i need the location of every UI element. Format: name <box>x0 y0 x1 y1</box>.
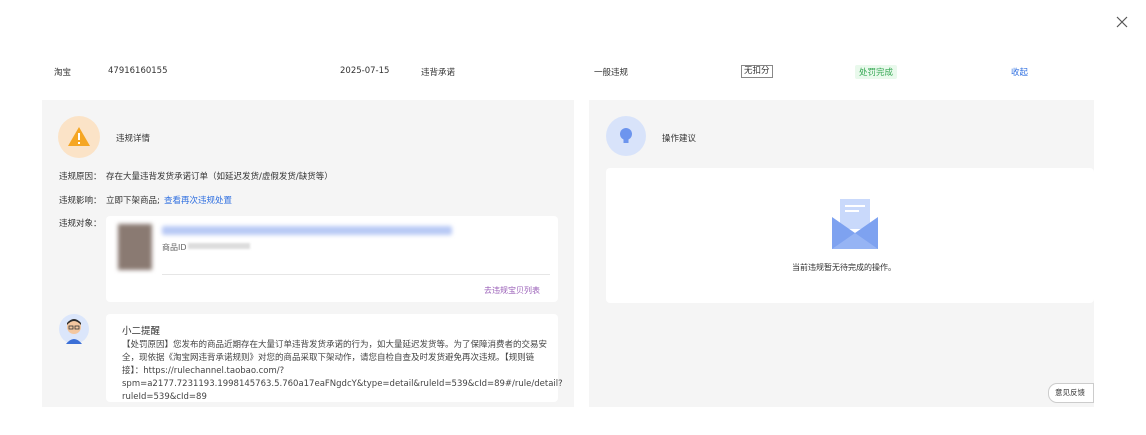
violation-details-title: 违规详情 <box>116 134 151 144</box>
tip-text: 【处罚原因】您发布的商品近期存在大量订单违背发货承诺的行为，如大量延迟发货等。为… <box>122 340 563 402</box>
recheck-link[interactable]: 查看再次违规处置 <box>164 194 232 206</box>
product-thumbnail <box>118 224 152 270</box>
product-id-label: 商品ID <box>162 243 187 252</box>
warning-icon <box>58 116 100 158</box>
violation-type: 违背承诺 <box>421 68 456 78</box>
suggestion-title: 操作建议 <box>662 134 697 144</box>
reason-text: 存在大量违背发货承诺订单（如延迟发货/虚假发货/缺货等） <box>106 172 333 182</box>
impact-text: 立即下架商品; <box>106 196 160 206</box>
violation-date: 2025-07-15 <box>340 66 390 76</box>
product-title[interactable] <box>162 226 452 235</box>
empty-text: 当前违规暂无待完成的操作。 <box>792 263 896 272</box>
divider <box>162 274 550 275</box>
object-label: 违规对象： <box>59 219 102 229</box>
product-id-value <box>188 243 250 249</box>
reason-label: 违规原因： <box>59 172 102 182</box>
violation-summary-row: 淘宝 47916160155 2025-07-15 违背承诺 一般违规 无扣分 … <box>0 56 1146 86</box>
empty-envelope-icon <box>829 195 881 253</box>
impact-label: 违规影响： <box>59 196 102 206</box>
points-badge: 无扣分 <box>741 65 773 78</box>
close-icon[interactable] <box>1112 12 1132 32</box>
lightbulb-icon <box>606 116 646 156</box>
collapse-link[interactable]: 收起 <box>1011 66 1028 78</box>
order-id: 47916160155 <box>108 66 168 76</box>
platform: 淘宝 <box>54 68 72 78</box>
status-badge: 处罚完成 <box>855 65 898 79</box>
violation-level: 一般违规 <box>594 68 629 78</box>
assistant-avatar <box>59 314 89 344</box>
goods-list-link[interactable]: 去违规宝贝列表 <box>484 285 540 296</box>
feedback-button[interactable]: 意见反馈 <box>1048 383 1094 403</box>
tip-title: 小二提醒 <box>122 326 161 337</box>
